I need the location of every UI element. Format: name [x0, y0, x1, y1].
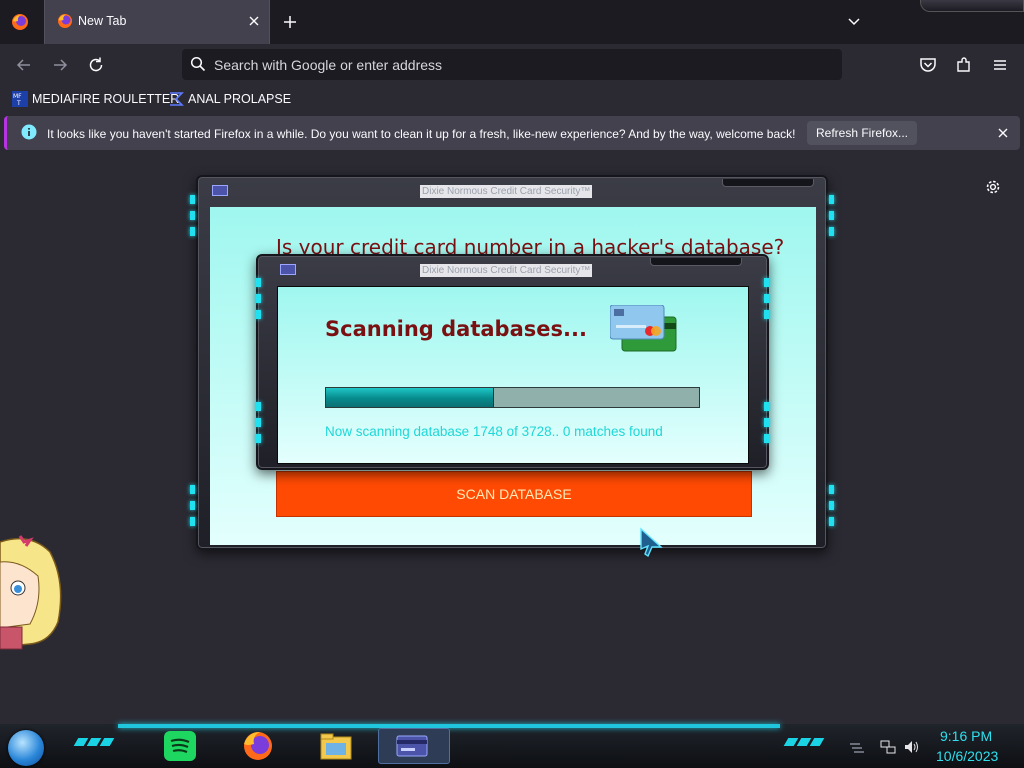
bookmark-label: MEDIAFIRE ROULETTER	[32, 92, 180, 106]
spotify-icon[interactable]	[162, 729, 198, 763]
frame-light	[829, 485, 834, 494]
dialog-title: Dixie Normous Credit Card Security™	[420, 264, 593, 277]
app-window-icon	[280, 264, 296, 275]
firefox-menu-icon[interactable]	[11, 13, 29, 31]
frame-notch	[722, 179, 814, 187]
scanning-title: Scanning databases...	[325, 317, 587, 341]
credit-cards-icon	[610, 305, 677, 352]
frame-light	[764, 402, 769, 411]
url-bar[interactable]	[182, 49, 842, 80]
frame-notch	[650, 258, 742, 266]
frame-light	[190, 211, 195, 220]
show-hidden-icons-icon[interactable]	[848, 740, 864, 754]
file-explorer-icon[interactable]	[318, 729, 354, 763]
pocket-icon[interactable]	[917, 54, 939, 76]
scan-progress-fill	[326, 388, 494, 407]
new-tab-plus-icon[interactable]	[280, 12, 300, 32]
close-icon[interactable]	[995, 125, 1011, 141]
network-icon[interactable]	[880, 740, 896, 754]
taskbar-chevron	[99, 738, 115, 746]
frame-light	[190, 501, 195, 510]
refresh-firefox-button[interactable]: Refresh Firefox...	[807, 121, 917, 145]
notification-message: It looks like you haven't started Firefo…	[47, 127, 796, 141]
mediafire-favicon-icon: MF T	[12, 91, 28, 107]
bookmark-label: ANAL PROLAPSE	[188, 92, 292, 106]
search-icon	[190, 56, 206, 72]
frame-light	[764, 434, 769, 443]
frame-light	[190, 227, 195, 236]
frame-light	[829, 517, 834, 526]
taskbar-decoration	[783, 738, 825, 748]
scan-database-button[interactable]: SCAN DATABASE	[276, 471, 752, 517]
tab-strip: New Tab	[0, 0, 1024, 44]
taskbar-decoration	[73, 738, 115, 748]
back-arrow-icon[interactable]	[13, 54, 35, 76]
chevron-down-icon[interactable]	[844, 12, 864, 32]
bookmarks-toolbar: MF T MEDIAFIRE ROULETTER ANAL PROLAPSE	[0, 86, 1024, 112]
tab-title: New Tab	[78, 14, 127, 28]
frame-light	[764, 418, 769, 427]
hamburger-menu-icon[interactable]	[989, 54, 1011, 76]
frame-light	[256, 434, 261, 443]
extensions-puzzle-icon[interactable]	[953, 54, 975, 76]
favicon-text-bottom: T	[16, 100, 21, 107]
frame-light	[256, 418, 261, 427]
sigma-favicon-icon	[170, 92, 184, 106]
taskbar-accent	[118, 724, 780, 728]
forward-arrow-icon[interactable]	[49, 54, 71, 76]
dialog-content: Scanning databases... Now scanning datab…	[277, 286, 749, 464]
frame-light	[256, 402, 261, 411]
gear-icon[interactable]	[984, 178, 1002, 196]
frame-light	[190, 485, 195, 494]
close-icon[interactable]	[245, 12, 263, 30]
frame-light	[256, 294, 261, 303]
frame-light	[190, 195, 195, 204]
cartoon-character-sticker	[0, 535, 62, 650]
firefox-icon[interactable]	[240, 729, 276, 763]
frame-light	[764, 310, 769, 319]
tab-new-tab[interactable]: New Tab	[44, 0, 270, 44]
frame-light	[829, 211, 834, 220]
frame-light	[829, 501, 834, 510]
frame-light	[190, 517, 195, 526]
taskbar-chevron	[809, 738, 825, 746]
titlebar-decoration	[920, 0, 1024, 12]
cursor-arrow-icon	[640, 527, 663, 558]
frame-light	[829, 227, 834, 236]
reload-icon[interactable]	[85, 54, 107, 76]
clock-date[interactable]: 10/6/2023	[936, 748, 998, 764]
credit-card-app-icon[interactable]	[394, 729, 430, 763]
volume-icon[interactable]	[904, 740, 920, 754]
app-window-icon	[212, 185, 228, 196]
window-title: Dixie Normous Credit Card Security™	[420, 185, 593, 198]
address-input[interactable]	[214, 49, 834, 80]
scanning-dialog: Dixie Normous Credit Card Security™ Scan…	[256, 254, 769, 470]
bookmark-mediafire-rouletter[interactable]: MF T MEDIAFIRE ROULETTER	[12, 90, 179, 108]
frame-light	[256, 278, 261, 287]
taskbar	[0, 724, 1024, 768]
bookmark-anal-prolapse[interactable]: ANAL PROLAPSE	[168, 90, 291, 108]
info-icon	[21, 124, 37, 140]
frame-light	[256, 310, 261, 319]
frame-light	[764, 278, 769, 287]
refresh-firefox-notification: It looks like you haven't started Firefo…	[4, 116, 1020, 150]
favicon-text-top: MF	[13, 93, 22, 100]
firefox-icon	[58, 14, 72, 28]
scan-progress-bar	[325, 387, 700, 408]
scan-status-text: Now scanning database 1748 of 3728.. 0 m…	[325, 424, 663, 439]
start-button[interactable]	[8, 730, 44, 766]
frame-light	[764, 294, 769, 303]
clock-time[interactable]: 9:16 PM	[940, 728, 992, 744]
frame-light	[829, 195, 834, 204]
